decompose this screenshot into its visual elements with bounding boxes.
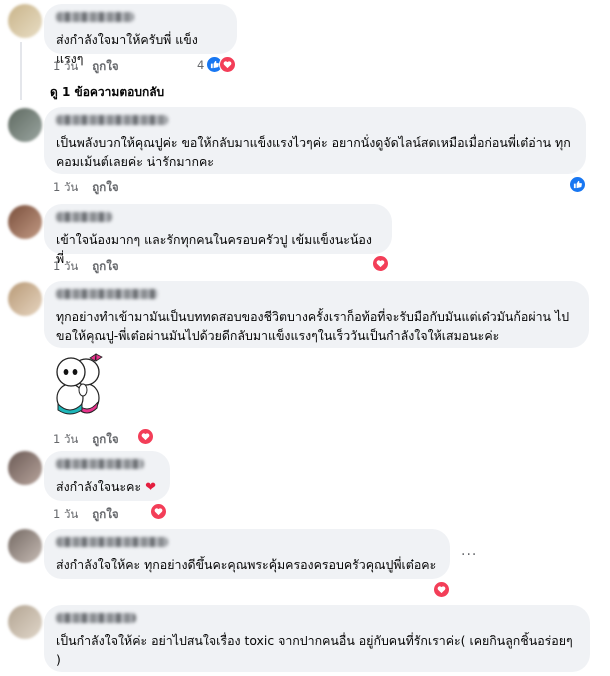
love-icon bbox=[433, 581, 450, 598]
avatar[interactable] bbox=[8, 605, 42, 639]
commenter-name-blurred[interactable] bbox=[56, 115, 168, 125]
timestamp[interactable]: 1 วัน bbox=[53, 259, 78, 273]
commenter-name-blurred[interactable] bbox=[56, 289, 158, 299]
comment-bubble: ส่งกำลังใจให้คะ ทุกอย่างดีขึ้นคะคุณพระคุ… bbox=[44, 529, 450, 579]
more-options-button[interactable]: ... bbox=[461, 543, 477, 559]
commenter-name-blurred[interactable] bbox=[56, 12, 134, 22]
reaction-summary[interactable]: 4 bbox=[197, 56, 237, 73]
avatar[interactable] bbox=[8, 205, 42, 239]
commenter-name-blurred[interactable] bbox=[56, 613, 136, 623]
comment-text: ทุกอย่างทำเข้ามามันเป็นบททดสอบของชีวิตบา… bbox=[56, 309, 574, 343]
reaction-summary[interactable] bbox=[372, 255, 389, 272]
reaction-count: 4 bbox=[197, 57, 205, 72]
love-icon bbox=[372, 255, 389, 272]
timestamp[interactable]: 1 วัน bbox=[53, 432, 78, 446]
reaction-summary[interactable] bbox=[150, 503, 167, 520]
like-button[interactable]: ถูกใจ bbox=[92, 507, 118, 521]
reaction-summary[interactable] bbox=[137, 428, 154, 445]
comment-meta: 1 วัน ถูกใจ bbox=[53, 179, 133, 197]
love-icon bbox=[150, 503, 167, 520]
like-icon bbox=[569, 176, 586, 193]
like-button[interactable]: ถูกใจ bbox=[92, 180, 118, 194]
comment-text: เป็นกำลังใจให้ค่ะ อย่าไปสนใจเรื่อง toxic… bbox=[56, 633, 577, 667]
like-button[interactable]: ถูกใจ bbox=[92, 59, 118, 73]
comment-bubble: ทุกอย่างทำเข้ามามันเป็นบททดสอบของชีวิตบา… bbox=[44, 281, 589, 348]
comment-text: ส่งกำลังใจให้คะ ทุกอย่างดีขึ้นคะคุณพระคุ… bbox=[56, 557, 437, 572]
comment-meta: 1 วัน ถูกใจ bbox=[53, 58, 133, 76]
comment-meta: 1 วัน ถูกใจ bbox=[53, 431, 133, 449]
avatar[interactable] bbox=[8, 529, 42, 563]
timestamp[interactable]: 1 วัน bbox=[53, 59, 78, 73]
timestamp[interactable]: 1 วัน bbox=[53, 507, 78, 521]
avatar[interactable] bbox=[8, 4, 42, 38]
commenter-name-blurred[interactable] bbox=[56, 459, 144, 469]
love-icon bbox=[137, 428, 154, 445]
hug-sticker bbox=[56, 353, 103, 415]
timestamp[interactable]: 1 วัน bbox=[53, 180, 78, 194]
like-button[interactable]: ถูกใจ bbox=[92, 432, 118, 446]
commenter-name-blurred[interactable] bbox=[56, 537, 168, 547]
like-button[interactable]: ถูกใจ bbox=[92, 259, 118, 273]
comment-bubble: เป็นพลังบวกให้คุณปูค่ะ ขอให้กลับมาแข็งแร… bbox=[44, 107, 586, 174]
comment-text: เป็นพลังบวกให้คุณปูค่ะ ขอให้กลับมาแข็งแร… bbox=[56, 135, 571, 169]
comment-bubble: เป็นกำลังใจให้ค่ะ อย่าไปสนใจเรื่อง toxic… bbox=[44, 605, 590, 672]
comment-text-content: ส่งกำลังใจนะคะ bbox=[56, 479, 142, 494]
view-replies-link[interactable]: ดู 1 ข้อความตอบกลับ bbox=[50, 83, 164, 102]
reaction-summary[interactable] bbox=[569, 176, 586, 193]
comment-bubble: ส่งกำลังใจนะคะ ❤ bbox=[44, 451, 170, 501]
avatar[interactable] bbox=[8, 282, 42, 316]
commenter-name-blurred[interactable] bbox=[56, 212, 112, 222]
comment-meta: 1 วัน ถูกใจ bbox=[53, 258, 133, 276]
reply-thread-line bbox=[20, 42, 22, 100]
avatar[interactable] bbox=[8, 108, 42, 142]
comment-bubble: เข้าใจน้องมากๆ และรักทุกคนในครอบครัวปู เ… bbox=[44, 204, 392, 266]
comment-meta: 1 วัน ถูกใจ bbox=[53, 506, 133, 524]
love-icon bbox=[219, 56, 237, 73]
heart-emoji: ❤ bbox=[145, 480, 156, 495]
comment-text: ส่งกำลังใจนะคะ ❤ bbox=[56, 477, 158, 497]
comment-bubble: ส่งกำลังใจมาให้ครับพี่ แข็งแรงๆ bbox=[44, 4, 237, 66]
avatar[interactable] bbox=[8, 451, 42, 485]
reaction-summary[interactable] bbox=[433, 581, 450, 598]
